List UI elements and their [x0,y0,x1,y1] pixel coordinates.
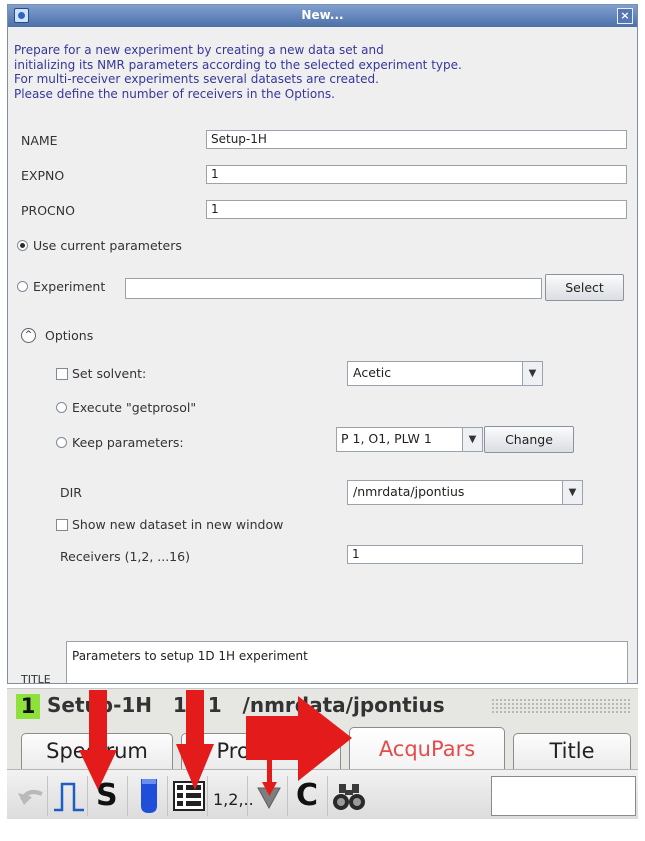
dir-value: /nmrdata/jpontius [353,484,465,499]
dataset-toolbar: S 1,2,.. C [7,769,638,819]
pulse-program-icon [54,782,84,812]
description-line: Please define the number of receivers in… [14,86,335,101]
dir-label: DIR [60,485,82,500]
numbers-label: 1,2,.. [213,790,254,809]
description-line: Prepare for a new experiment by creating… [14,43,384,57]
dataset-path: Setup-1H 1 1 /nmrdata/jpontius [47,693,445,717]
experiment-radio[interactable] [17,281,28,292]
pulse-program-button[interactable] [50,776,88,816]
title-textarea[interactable]: Parameters to setup 1D 1H experiment [66,641,628,683]
dropdown-triangle-button[interactable] [250,776,288,816]
keep-parameters-value: P 1, O1, PLW 1 [341,431,432,446]
tab-spectrum[interactable]: Spectrum [21,733,173,769]
dir-select[interactable]: /nmrdata/jpontius ▼ [347,480,583,505]
new-dataset-dialog: New... × Prepare for a new experiment by… [7,4,638,684]
solvent-select[interactable]: Acetic ▼ [347,361,543,386]
solvent-button[interactable]: S [90,776,128,816]
dataset-tabs: Spectrum ProcPars AcquPars Title [7,721,638,771]
keep-parameters-select[interactable]: P 1, O1, PLW 1 ▼ [336,427,483,452]
name-label: NAME [21,133,58,148]
expno-field[interactable]: 1 [206,165,627,184]
experiment-field[interactable] [125,278,542,299]
procno-field[interactable]: 1 [206,200,627,219]
s-label: S [96,778,118,813]
dialog-title: New... [301,8,344,22]
name-field[interactable]: Setup-1H [206,130,627,149]
search-binoculars-button[interactable] [330,776,368,816]
show-new-window-checkbox[interactable] [56,519,68,531]
dialog-titlebar[interactable]: New... × [8,5,637,27]
undo-icon [18,790,43,805]
dataset-titlebar: 1 Setup-1H 1 1 /nmrdata/jpontius [7,688,638,721]
triangle-down-icon [257,787,281,810]
chevron-down-icon[interactable]: ▼ [462,428,482,451]
receivers-label: Receivers (1,2, ...16) [60,549,190,564]
description-line: For multi-receiver experiments several d… [14,72,379,86]
keep-parameters-label: Keep parameters: [72,435,184,450]
title-label: TITLE [21,673,51,684]
use-current-radio[interactable] [17,240,28,251]
options-label: Options [45,328,94,343]
c-label: C [296,778,319,813]
solvent-value: Acetic [353,365,392,380]
expno-label: EXPNO [21,168,65,183]
procno-label: PROCNO [21,203,75,218]
use-current-label: Use current parameters [33,238,182,253]
command-search-input[interactable] [491,776,636,816]
show-new-window-label: Show new dataset in new window [72,517,284,532]
set-solvent-label: Set solvent: [72,366,147,381]
probe-tube-button[interactable] [130,776,168,816]
parameter-table-button[interactable] [170,776,208,816]
change-button[interactable]: Change [484,426,574,453]
tab-acqupars[interactable]: AcquPars [349,727,505,769]
execute-getprosol-radio[interactable] [56,402,67,413]
set-solvent-checkbox[interactable] [56,368,68,380]
chevron-down-icon[interactable]: ▼ [522,362,542,385]
window-grip[interactable] [491,698,631,714]
c-button[interactable]: C [290,776,328,816]
nmr-tube-icon [141,779,157,813]
close-button[interactable]: × [617,8,633,24]
options-collapse-icon[interactable]: ^ [21,328,36,343]
keep-parameters-radio[interactable] [56,437,67,448]
tab-title[interactable]: Title [513,733,631,769]
undo-button[interactable] [10,776,48,816]
chevron-down-icon[interactable]: ▼ [562,481,582,504]
description-line: initializing its NMR parameters accordin… [14,57,462,72]
parameter-table-icon [173,781,205,811]
experiment-label: Experiment [33,279,106,294]
select-button[interactable]: Select [545,274,624,301]
receivers-field[interactable]: 1 [347,545,583,564]
dataset-number-badge: 1 [16,694,40,719]
binoculars-icon [333,784,365,810]
dialog-description: Prepare for a new experiment by creating… [14,43,614,101]
numbered-list-button[interactable]: 1,2,.. [210,776,254,816]
execute-getprosol-label: Execute "getprosol" [72,400,197,415]
tab-procpars[interactable]: ProcPars [181,733,341,769]
